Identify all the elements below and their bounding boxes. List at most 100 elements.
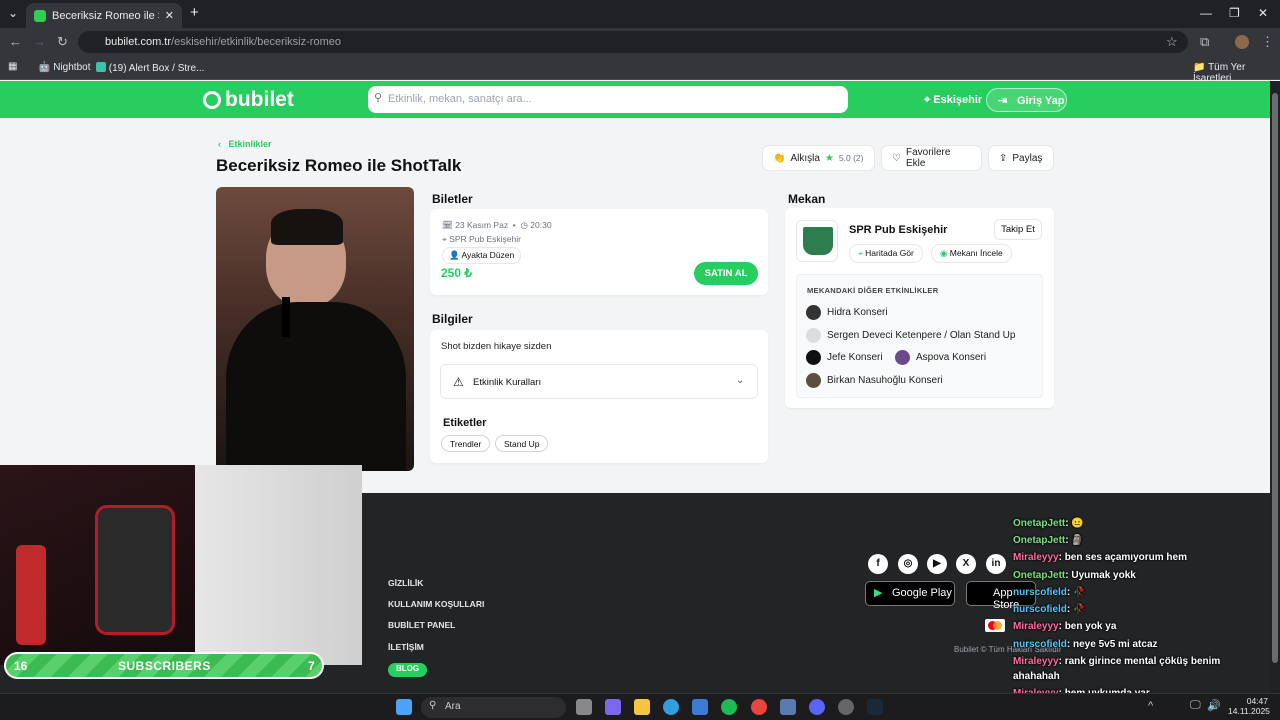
other-event-birkan[interactable]: Birkan Nasuhoğlu Konseri: [806, 373, 943, 388]
other-event-sergen[interactable]: Sergen Deveci Ketenpere / Olan Stand Up: [806, 328, 1015, 343]
login-button[interactable]: ⇥ Giriş Yap: [986, 88, 1067, 112]
tab-search-icon[interactable]: ⌄: [8, 6, 18, 20]
footer-link-terms[interactable]: KULLANIM KOŞULLARI: [388, 599, 484, 609]
other-event-jefe[interactable]: Jefe Konseri: [806, 350, 883, 365]
applaud-button[interactable]: 👏 Alkışla ★ 5.0 (2): [762, 145, 875, 171]
store-icon[interactable]: [692, 699, 708, 715]
chat-text: : ben yok ya: [1058, 621, 1117, 632]
chevron-down-icon: ⌄: [736, 375, 745, 386]
minimize-icon[interactable]: —: [1200, 6, 1212, 20]
tickets-heading: Biletler: [432, 192, 473, 206]
other-event-hidra[interactable]: Hidra Konseri: [806, 305, 888, 320]
reload-icon[interactable]: ↻: [57, 34, 68, 50]
file-explorer-icon[interactable]: [634, 699, 650, 715]
url-path: /eskisehir/etkinlik/beceriksiz-romeo: [171, 36, 341, 48]
facebook-icon[interactable]: f: [868, 554, 888, 574]
extensions-icon[interactable]: ⧉: [1200, 34, 1209, 50]
back-icon[interactable]: ←: [9, 34, 22, 49]
chat-text: : rank girince mental çöküş benim: [1058, 656, 1221, 667]
rules-accordion[interactable]: ⚠ Etkinlik Kuralları ⌄: [440, 364, 758, 399]
tab-close-icon[interactable]: ✕: [165, 9, 174, 22]
chat-message: Miraleyyy: rank girince mental çöküş ben…: [1013, 656, 1220, 667]
ticket-datetime: 🗓 23 Kasım Paz • ◷ 20:30: [442, 220, 552, 230]
apps-grid-icon[interactable]: ▦: [8, 61, 17, 72]
footer-link-privacy[interactable]: GİZLİLİK: [388, 578, 423, 588]
new-tab-icon[interactable]: +: [190, 4, 199, 21]
favorite-button[interactable]: ♡ Favorilere Ekle: [881, 145, 982, 171]
venue-card: SPR Pub Eskişehir Takip Et ⌖ Haritada Gö…: [785, 208, 1054, 408]
chat-message: Miraleyyy: ben yok ya: [1013, 621, 1116, 632]
menu-icon[interactable]: ⋮: [1261, 34, 1274, 50]
map-pin-icon: ⌖: [858, 248, 863, 258]
inspect-venue-button[interactable]: ◉ Mekanı İncele: [931, 244, 1012, 263]
venue-name[interactable]: SPR Pub Eskişehir: [849, 224, 947, 236]
bookmark-star-icon[interactable]: ☆: [1166, 34, 1178, 50]
chat-text: ahahahah: [1013, 671, 1060, 682]
profile-avatar[interactable]: [1235, 35, 1249, 49]
clock[interactable]: 04:47 14.11.2025: [1228, 696, 1270, 716]
map-button[interactable]: ⌖ Haritada Gör: [849, 244, 923, 263]
taskbar-search[interactable]: ⚲ Ara: [421, 697, 566, 718]
chrome-icon[interactable]: [751, 699, 767, 715]
window-close-icon[interactable]: ✕: [1258, 6, 1268, 20]
ticket-price: 250 ₺: [441, 266, 472, 280]
tag-stand-up[interactable]: Stand Up: [495, 435, 549, 452]
discord-icon[interactable]: [809, 699, 825, 715]
obs-icon[interactable]: [838, 699, 854, 715]
city-selector[interactable]: ⌖ Eskişehir: [924, 94, 982, 107]
volume-icon[interactable]: 🔊: [1207, 699, 1221, 712]
bookmark-alert-box[interactable]: (19) Alert Box / Stre...: [96, 62, 204, 74]
windows-taskbar: ⚲ Ara ^ 🖵 🔊 04:47 14.11.2025: [0, 693, 1280, 720]
scroll-thumb[interactable]: [1272, 93, 1278, 663]
task-view-icon[interactable]: [576, 699, 592, 715]
forward-icon[interactable]: →: [33, 34, 46, 49]
google-play-badge[interactable]: ▶ Google Play: [865, 581, 955, 606]
chat-text: : Uyumak yokk: [1065, 570, 1136, 581]
breadcrumb[interactable]: ‹ Etkinlikler: [218, 139, 272, 149]
other-event-aspova[interactable]: Aspova Konseri: [895, 350, 986, 365]
steam-icon[interactable]: [867, 699, 883, 715]
app-icon[interactable]: [780, 699, 796, 715]
spotify-icon[interactable]: [721, 699, 737, 715]
network-icon[interactable]: 🖵: [1190, 699, 1201, 712]
chat-message: ahahahah: [1013, 671, 1060, 682]
ticket-venue: ⌖ SPR Pub Eskişehir: [442, 234, 521, 244]
chat-username: nurscofield: [1013, 587, 1067, 598]
edge-icon[interactable]: [663, 699, 679, 715]
browser-tab[interactable]: Beceriksiz Romeo ile ShotTalk ✕: [26, 3, 182, 28]
bookmark-nightbot[interactable]: 🤖 Nightbot: [38, 62, 90, 73]
tab-title: Beceriksiz Romeo ile ShotTalk: [52, 9, 159, 22]
url-field[interactable]: bubilet.com.tr/eskisehir/etkinlik/beceri…: [78, 31, 1188, 53]
search-icon: ⚲: [374, 92, 383, 104]
maximize-icon[interactable]: ❐: [1229, 6, 1240, 20]
instagram-icon[interactable]: ◎: [898, 554, 918, 574]
other-events-heading: MEKANDAKİ DİĞER ETKİNLİKLER: [807, 286, 939, 295]
x-icon[interactable]: X: [956, 554, 976, 574]
chat-message: OnetapJett: 🗿: [1013, 535, 1084, 546]
event-description: Shot bizden hikaye sizden: [441, 341, 552, 352]
rules-label: Etkinlik Kuralları: [473, 377, 542, 388]
info-heading: Bilgiler: [432, 312, 473, 326]
chat-text: : 🥀: [1066, 587, 1086, 598]
footer-link-panel[interactable]: BUBİLET PANEL: [388, 620, 455, 630]
linkedin-icon[interactable]: in: [986, 554, 1006, 574]
page-scrollbar[interactable]: [1270, 81, 1280, 693]
chat-username: Miraleyyy: [1013, 621, 1059, 632]
bubilet-logo[interactable]: bubilet: [203, 88, 294, 112]
follow-button[interactable]: Takip Et: [994, 219, 1042, 240]
buy-button[interactable]: SATIN AL: [694, 262, 758, 285]
start-icon[interactable]: [396, 699, 412, 715]
warning-icon: ⚠: [453, 375, 464, 389]
youtube-icon[interactable]: ▶: [927, 554, 947, 574]
blog-button[interactable]: BLOG: [388, 663, 428, 677]
chat-message: nurscofield: 🥀: [1013, 604, 1085, 615]
footer-link-contact[interactable]: İLETİŞİM: [388, 642, 424, 652]
gaming-chair: [95, 505, 175, 635]
teams-icon[interactable]: [605, 699, 621, 715]
share-icon: ⇪: [999, 152, 1008, 164]
search-icon: ⚲: [429, 700, 437, 711]
search-input[interactable]: ⚲ Etkinlik, mekan, sanatçı ara...: [368, 86, 848, 113]
tray-chevron-icon[interactable]: ^: [1148, 700, 1153, 712]
share-button[interactable]: ⇪ Paylaş: [988, 145, 1054, 171]
tag-trendler[interactable]: Trendler: [441, 435, 491, 452]
